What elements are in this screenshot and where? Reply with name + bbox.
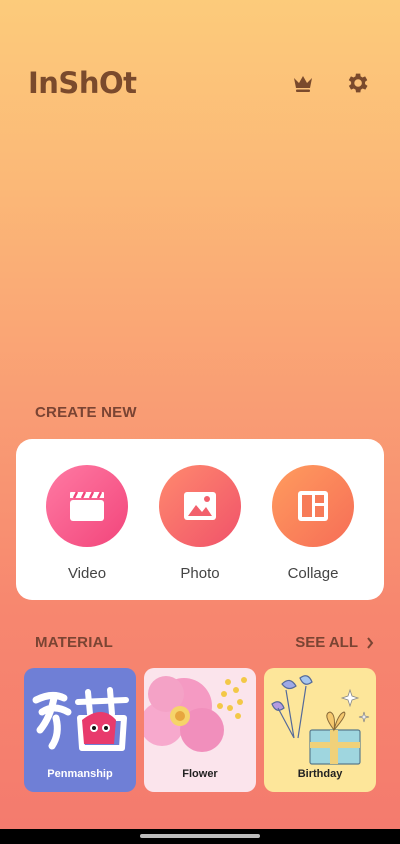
create-photo-button[interactable]: Photo [152,465,248,582]
collage-circle[interactable] [272,465,354,547]
chevron-right-icon [367,636,374,649]
collage-label: Collage [287,565,339,582]
photo-circle[interactable] [159,465,241,547]
material-heading: MATERIAL [35,634,113,651]
flower-label: Flower [182,768,218,780]
app-header: InShOt [0,0,400,170]
crown-icon[interactable] [290,70,316,96]
collage-layout-icon [298,491,328,521]
create-new-card: Video Photo Collage [16,439,384,600]
material-card-flower[interactable]: Flower [144,668,256,792]
home-gesture-handle[interactable] [140,834,260,838]
video-circle[interactable] [46,465,128,547]
see-all-link[interactable]: SEE ALL [295,634,374,651]
image-icon [184,492,216,520]
penmanship-label: Penmanship [47,768,113,780]
system-nav-bar [0,829,400,844]
video-label: Video [67,565,107,582]
create-new-heading: CREATE NEW [35,404,137,421]
gear-icon[interactable] [344,70,370,96]
create-video-button[interactable]: Video [39,465,135,582]
clapperboard-icon [70,491,104,521]
create-collage-button[interactable]: Collage [265,465,361,582]
material-card-penmanship[interactable]: Penmanship [24,668,136,792]
birthday-label: Birthday [297,768,343,780]
app-logo: InShOt [28,66,137,100]
see-all-label: SEE ALL [295,634,358,651]
photo-label: Photo [180,565,220,582]
material-card-birthday[interactable]: Birthday [264,668,376,792]
